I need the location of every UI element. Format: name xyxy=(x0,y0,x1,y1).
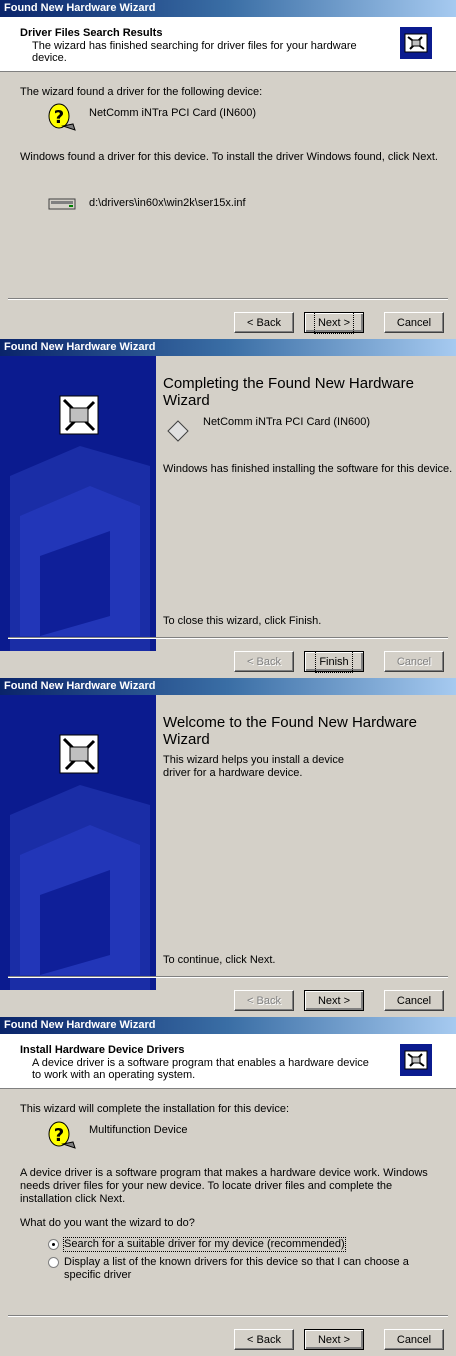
unknown-device-icon: ? xyxy=(48,103,76,131)
window-title: Found New Hardware Wizard xyxy=(0,1017,456,1034)
window-title: Found New Hardware Wizard xyxy=(0,678,456,695)
device-diamond-icon xyxy=(167,420,189,442)
hardware-wizard-icon xyxy=(400,1044,432,1076)
svg-text:?: ? xyxy=(54,107,64,128)
question-text: What do you want the wizard to do? xyxy=(20,1217,195,1229)
display-list-radio[interactable] xyxy=(48,1257,59,1268)
next-button[interactable]: Next > xyxy=(304,312,364,334)
driver-description: A device driver is a software program th… xyxy=(20,1167,428,1205)
status-text: Windows has finished installing the soft… xyxy=(163,463,453,475)
header-subtitle: The wizard has finished searching for dr… xyxy=(32,40,357,64)
driver-path: d:\drivers\in60x\win2k\ser15x.inf xyxy=(89,197,246,209)
window-title: Found New Hardware Wizard xyxy=(0,0,456,17)
next-button[interactable]: Next > xyxy=(304,990,364,1011)
back-button[interactable]: < Back xyxy=(234,990,294,1011)
close-instruction: To close this wizard, click Finish. xyxy=(163,615,322,627)
wizard-header: Driver Files Search Results The wizard h… xyxy=(0,17,456,72)
intro-text: This wizard helps you install a device d… xyxy=(163,754,344,779)
device-name: NetComm iNTra PCI Card (IN600) xyxy=(203,416,371,428)
wizard-side-banner xyxy=(0,695,156,990)
wizard-completing: Found New Hardware Wizard Completing the… xyxy=(0,339,456,678)
wizard-header: Install Hardware Device Drivers A device… xyxy=(0,1034,456,1089)
header-title: Driver Files Search Results xyxy=(20,27,163,39)
svg-text:?: ? xyxy=(54,1125,64,1146)
display-list-label[interactable]: Display a list of the known drivers for … xyxy=(64,1256,424,1282)
finish-button[interactable]: Finish xyxy=(304,651,364,673)
continue-instruction: To continue, click Next. xyxy=(163,954,276,966)
wizard-welcome: Found New Hardware Wizard Welcome to the… xyxy=(0,678,456,1017)
hardware-wizard-icon xyxy=(400,27,432,59)
wizard-side-banner xyxy=(0,356,156,651)
wizard-driver-search-results: Found New Hardware Wizard Driver Files S… xyxy=(0,0,456,339)
next-button[interactable]: Next > xyxy=(304,1329,364,1350)
device-name: Multifunction Device xyxy=(89,1124,188,1136)
cancel-button[interactable]: Cancel xyxy=(384,990,444,1011)
window-title: Found New Hardware Wizard xyxy=(0,339,456,356)
search-driver-label[interactable]: Search for a suitable driver for my devi… xyxy=(63,1237,346,1252)
device-name: NetComm iNTra PCI Card (IN600) xyxy=(89,107,257,119)
cancel-button[interactable]: Cancel xyxy=(384,1329,444,1350)
button-separator xyxy=(8,298,448,300)
header-subtitle: A device driver is a software program th… xyxy=(32,1057,369,1081)
button-separator xyxy=(8,976,448,978)
button-separator xyxy=(8,1315,448,1317)
cancel-button[interactable]: Cancel xyxy=(384,312,444,333)
complete-text: This wizard will complete the installati… xyxy=(20,1103,290,1115)
wizard-watermark-graphic xyxy=(10,395,150,651)
wizard-watermark-graphic xyxy=(10,734,150,990)
welcome-heading: Welcome to the Found New Hardware Wizard xyxy=(163,714,418,748)
header-title: Install Hardware Device Drivers xyxy=(20,1044,185,1056)
button-separator xyxy=(8,637,448,639)
instruction-text: Windows found a driver for this device. … xyxy=(20,151,438,163)
found-text: The wizard found a driver for the follow… xyxy=(20,86,263,98)
search-driver-radio[interactable] xyxy=(48,1239,59,1250)
back-button[interactable]: < Back xyxy=(234,312,294,333)
driver-file-icon xyxy=(48,198,76,210)
back-button[interactable]: < Back xyxy=(234,651,294,672)
unknown-device-icon: ? xyxy=(48,1121,76,1149)
wizard-install-drivers: Found New Hardware Wizard Install Hardwa… xyxy=(0,1017,456,1356)
cancel-button[interactable]: Cancel xyxy=(384,651,444,672)
completing-heading: Completing the Found New Hardware Wizard xyxy=(163,375,414,409)
back-button[interactable]: < Back xyxy=(234,1329,294,1350)
